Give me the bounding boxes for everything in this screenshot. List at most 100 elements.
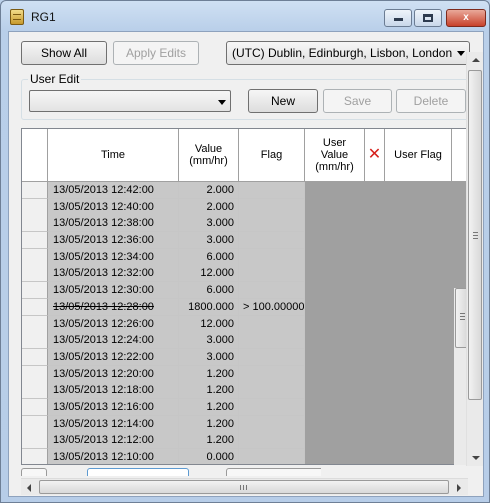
time-cell[interactable]: 13/05/2013 12:18:00 bbox=[48, 382, 179, 400]
row-selector[interactable] bbox=[22, 198, 48, 216]
value-cell[interactable]: 1800.000 bbox=[179, 298, 239, 316]
row-selector[interactable] bbox=[22, 215, 48, 233]
table-row[interactable]: 13/05/2013 12:32:00 12.000 bbox=[22, 265, 470, 283]
table-row[interactable]: 13/05/2013 12:18:00 1.200 bbox=[22, 382, 470, 400]
time-cell[interactable]: 13/05/2013 12:38:00 bbox=[48, 215, 179, 233]
apply-edits-button[interactable]: Apply Edits bbox=[113, 41, 199, 65]
maximize-button[interactable] bbox=[414, 9, 442, 27]
flag-cell[interactable] bbox=[239, 365, 305, 383]
row-selector[interactable] bbox=[22, 348, 48, 366]
row-selector[interactable] bbox=[22, 315, 48, 333]
value-cell[interactable]: 3.000 bbox=[179, 232, 239, 250]
value-cell[interactable]: 3.000 bbox=[179, 348, 239, 366]
time-cell[interactable]: 13/05/2013 12:14:00 bbox=[48, 415, 179, 433]
flag-cell[interactable] bbox=[239, 248, 305, 266]
table-row[interactable]: 13/05/2013 12:22:00 3.000 bbox=[22, 348, 470, 366]
flag-cell[interactable] bbox=[239, 398, 305, 416]
flag-cell[interactable] bbox=[239, 432, 305, 450]
time-cell[interactable]: 13/05/2013 12:16:00 bbox=[48, 398, 179, 416]
save-button[interactable]: Save bbox=[323, 89, 392, 113]
table-row[interactable]: 13/05/2013 12:38:00 3.000 bbox=[22, 215, 470, 233]
flag-cell[interactable] bbox=[239, 415, 305, 433]
table-row[interactable]: 13/05/2013 12:16:00 1.200 bbox=[22, 398, 470, 416]
table-row[interactable]: 13/05/2013 12:36:00 3.000 bbox=[22, 232, 470, 250]
time-cell[interactable]: 13/05/2013 12:20:00 bbox=[48, 365, 179, 383]
column-header-time[interactable]: Time bbox=[48, 129, 179, 182]
time-cell[interactable]: 13/05/2013 12:42:00 bbox=[48, 182, 179, 199]
table-row[interactable]: 13/05/2013 12:24:00 3.000 bbox=[22, 332, 470, 350]
value-cell[interactable]: 3.000 bbox=[179, 215, 239, 233]
value-cell[interactable]: 0.000 bbox=[179, 449, 239, 464]
column-header-delete[interactable]: ✕ bbox=[365, 129, 385, 182]
time-cell[interactable]: 13/05/2013 12:22:00 bbox=[48, 348, 179, 366]
column-header-user-flag[interactable]: User Flag bbox=[385, 129, 452, 182]
row-selector[interactable] bbox=[22, 382, 48, 400]
table-row[interactable]: 13/05/2013 12:42:00 2.000 bbox=[22, 182, 470, 199]
tab-3[interactable] bbox=[226, 468, 321, 476]
table-row[interactable]: 13/05/2013 12:40:00 2.000 bbox=[22, 198, 470, 216]
minimize-button[interactable] bbox=[384, 9, 412, 27]
flag-cell[interactable] bbox=[239, 232, 305, 250]
value-cell[interactable]: 1.200 bbox=[179, 382, 239, 400]
vertical-scrollbar[interactable] bbox=[466, 52, 483, 466]
scroll-right-button[interactable] bbox=[451, 479, 468, 495]
flag-cell[interactable] bbox=[239, 282, 305, 300]
flag-cell[interactable]: > 100.00000 bbox=[239, 298, 305, 316]
table-row[interactable]: 13/05/2013 12:34:00 6.000 bbox=[22, 248, 470, 266]
value-cell[interactable]: 1.200 bbox=[179, 365, 239, 383]
value-cell[interactable]: 2.000 bbox=[179, 182, 239, 199]
time-cell[interactable]: 13/05/2013 12:10:00 bbox=[48, 449, 179, 464]
row-selector[interactable] bbox=[22, 332, 48, 350]
time-cell[interactable]: 13/05/2013 12:40:00 bbox=[48, 198, 179, 216]
value-cell[interactable]: 3.000 bbox=[179, 332, 239, 350]
column-header-user-value[interactable]: User Value (mm/hr) bbox=[305, 129, 365, 182]
row-selector[interactable] bbox=[22, 282, 48, 300]
user-edit-dropdown[interactable] bbox=[29, 90, 231, 112]
flag-cell[interactable] bbox=[239, 348, 305, 366]
time-cell[interactable]: 13/05/2013 12:26:00 bbox=[48, 315, 179, 333]
title-bar[interactable]: RG1 x bbox=[1, 1, 489, 31]
delete-button[interactable]: Delete bbox=[396, 89, 466, 113]
time-cell[interactable]: 13/05/2013 12:28:00 bbox=[48, 298, 179, 316]
tab-1[interactable] bbox=[21, 468, 47, 476]
flag-cell[interactable] bbox=[239, 315, 305, 333]
time-cell[interactable]: 13/05/2013 12:36:00 bbox=[48, 232, 179, 250]
scroll-up-button[interactable] bbox=[467, 52, 484, 68]
table-row[interactable]: 13/05/2013 12:20:00 1.200 bbox=[22, 365, 470, 383]
horizontal-scroll-thumb[interactable] bbox=[39, 480, 449, 494]
vertical-scroll-thumb[interactable] bbox=[468, 70, 482, 400]
show-all-button[interactable]: Show All bbox=[21, 41, 107, 65]
row-selector[interactable] bbox=[22, 398, 48, 416]
row-selector-header[interactable] bbox=[22, 129, 48, 182]
horizontal-scrollbar[interactable] bbox=[21, 478, 468, 495]
value-cell[interactable]: 12.000 bbox=[179, 265, 239, 283]
flag-cell[interactable] bbox=[239, 182, 305, 199]
tab-2[interactable] bbox=[87, 468, 189, 476]
value-cell[interactable]: 6.000 bbox=[179, 282, 239, 300]
row-selector[interactable] bbox=[22, 432, 48, 450]
flag-cell[interactable] bbox=[239, 198, 305, 216]
time-cell[interactable]: 13/05/2013 12:30:00 bbox=[48, 282, 179, 300]
row-selector[interactable] bbox=[22, 415, 48, 433]
value-cell[interactable]: 1.200 bbox=[179, 415, 239, 433]
table-row[interactable]: 13/05/2013 12:26:00 12.000 bbox=[22, 315, 470, 333]
flag-cell[interactable] bbox=[239, 449, 305, 464]
row-selector[interactable] bbox=[22, 449, 48, 464]
row-selector[interactable] bbox=[22, 182, 48, 199]
flag-cell[interactable] bbox=[239, 215, 305, 233]
time-cell[interactable]: 13/05/2013 12:34:00 bbox=[48, 248, 179, 266]
table-row[interactable]: 13/05/2013 12:12:00 1.200 bbox=[22, 432, 470, 450]
flag-cell[interactable] bbox=[239, 332, 305, 350]
scroll-left-button[interactable] bbox=[21, 479, 38, 495]
new-button[interactable]: New bbox=[248, 89, 318, 113]
time-cell[interactable]: 13/05/2013 12:12:00 bbox=[48, 432, 179, 450]
value-cell[interactable]: 1.200 bbox=[179, 398, 239, 416]
value-cell[interactable]: 6.000 bbox=[179, 248, 239, 266]
flag-cell[interactable] bbox=[239, 382, 305, 400]
value-cell[interactable]: 1.200 bbox=[179, 432, 239, 450]
column-header-flag[interactable]: Flag bbox=[239, 129, 305, 182]
row-selector[interactable] bbox=[22, 265, 48, 283]
flag-cell[interactable] bbox=[239, 265, 305, 283]
column-header-value[interactable]: Value (mm/hr) bbox=[179, 129, 239, 182]
time-cell[interactable]: 13/05/2013 12:32:00 bbox=[48, 265, 179, 283]
